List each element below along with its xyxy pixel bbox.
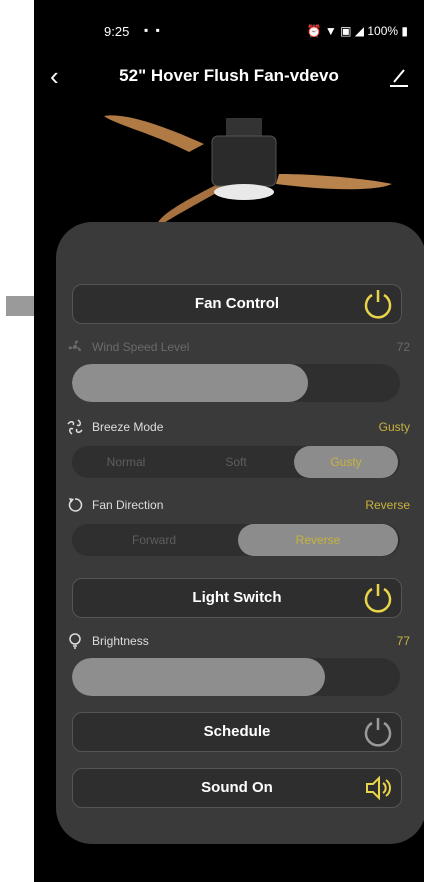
schedule-button[interactable]: Schedule [72,712,402,752]
breeze-icon [67,419,83,435]
sound-button[interactable]: Sound On [72,768,402,808]
power-icon[interactable] [361,715,395,749]
status-bar: 9:25 ▪ ▪ ⏰ ▼ ▣ ◢ 100% ▮ [34,0,424,60]
brightness-row: Brightness 77 [66,632,410,650]
breeze-mode-value: Gusty [378,420,410,434]
wind-speed-row: Wind Speed Level 72 [66,338,410,356]
fan-control-button[interactable]: Fan Control [72,284,402,324]
phone-screen: 9:25 ▪ ▪ ⏰ ▼ ▣ ◢ 100% ▮ ‹ 52" Hover Flus… [34,0,424,882]
status-time: 9:25 [104,24,130,39]
sound-label: Sound On [201,779,273,796]
fan-direction-row: Fan Direction Reverse [66,496,410,514]
wind-speed-slider[interactable] [72,364,400,402]
schedule-label: Schedule [203,723,271,740]
speaker-icon[interactable] [361,771,395,805]
header: ‹ 52" Hover Flush Fan-vdevo [34,62,424,98]
breeze-option-normal[interactable]: Normal [72,446,180,478]
breeze-mode-label: Breeze Mode [92,420,164,434]
wind-speed-label: Wind Speed Level [92,340,190,354]
battery-text: 100% [367,24,399,38]
breeze-option-soft[interactable]: Soft [182,446,290,478]
light-switch-button[interactable]: Light Switch [72,578,402,618]
notification-icons: ▪ ▪ [144,23,162,37]
bulb-icon [69,633,81,649]
brightness-slider[interactable] [72,658,400,696]
fan-direction-value: Reverse [365,498,410,512]
breeze-mode-row: Breeze Mode Gusty [66,418,410,436]
control-card: Fan Control Wind Speed Level 72 Breeze M… [56,222,424,844]
status-right: ⏰ ▼ ▣ ◢ 100% ▮ [306,24,408,38]
power-icon[interactable] [361,581,395,615]
fan-image [104,115,392,228]
fan-icon [68,340,82,352]
power-icon[interactable] [361,287,395,321]
breeze-option-gusty[interactable]: Gusty [294,446,398,478]
breeze-mode-selector: Normal Soft Gusty [72,446,400,478]
direction-option-reverse[interactable]: Reverse [238,524,398,556]
brightness-label: Brightness [92,634,149,648]
wind-speed-value: 72 [396,340,410,354]
fan-control-label: Fan Control [194,295,280,312]
rotate-icon [68,498,83,512]
direction-option-forward[interactable]: Forward [72,524,236,556]
light-switch-label: Light Switch [192,589,282,606]
brightness-value: 77 [396,634,410,648]
fan-direction-label: Fan Direction [92,498,164,512]
page-title: 52" Hover Flush Fan-vdevo [119,66,339,85]
wind-speed-fill [72,364,309,402]
fan-direction-selector: Forward Reverse [72,524,400,556]
brightness-fill [72,658,325,696]
edit-pencil-icon[interactable] [388,66,410,88]
